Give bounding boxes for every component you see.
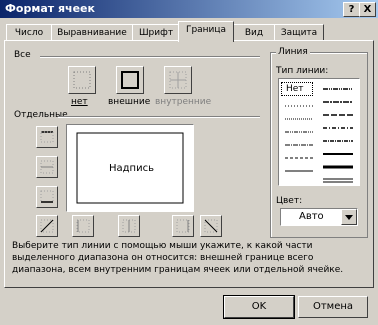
line-color-value: Авто	[299, 211, 324, 222]
preset-outline-label: внешние	[108, 97, 151, 107]
tab-alignment[interactable]: Выравнивание	[51, 24, 133, 41]
line-group-label: Линия	[276, 47, 310, 57]
tab-protection[interactable]: Защита	[274, 24, 324, 41]
border-divider	[58, 116, 260, 118]
border-group-label: Отдельные	[14, 110, 68, 120]
preset-inside-button[interactable]	[164, 66, 192, 94]
border-bottom-icon	[40, 190, 54, 203]
tab-number[interactable]: Число	[6, 24, 52, 41]
line-color-dropdown-button[interactable]	[341, 209, 357, 225]
border-right-button[interactable]	[172, 215, 194, 237]
border-diagonal-down-button[interactable]	[200, 215, 222, 237]
hint-text: Выберите тип линии с помощью мыши укажит…	[12, 241, 344, 275]
preview-text: Надпись	[109, 163, 154, 174]
border-preview[interactable]: Надпись	[66, 124, 194, 212]
border-top-button[interactable]	[36, 126, 58, 148]
preset-inside-label: внутренние	[155, 97, 212, 107]
border-inside-vertical-button[interactable]	[118, 215, 140, 237]
ok-button[interactable]: OK	[224, 296, 294, 318]
preset-none-button[interactable]	[68, 66, 96, 94]
line-type-label: Тип линии:	[276, 66, 329, 76]
border-top-icon	[40, 131, 54, 143]
tab-font[interactable]: Шрифт	[132, 24, 180, 41]
border-diagonal-down-icon	[204, 219, 218, 233]
border-bottom-button[interactable]	[36, 186, 58, 208]
border-right-icon	[176, 219, 190, 233]
preset-outline-button[interactable]	[116, 66, 144, 94]
presets-group-label: Все	[14, 50, 31, 60]
preset-none-label: нет	[71, 97, 88, 107]
border-inside-vertical-icon	[122, 219, 136, 233]
tab-border[interactable]: Граница	[178, 21, 234, 42]
line-color-label: Цвет:	[276, 196, 303, 206]
border-left-icon	[76, 219, 90, 233]
presets-divider	[40, 56, 260, 58]
border-left-button[interactable]	[72, 215, 94, 237]
help-button[interactable]: ?	[343, 2, 360, 17]
border-inside-horizontal-icon	[40, 160, 54, 174]
line-style-swatches	[285, 88, 353, 183]
preset-none-icon	[73, 71, 91, 89]
close-button[interactable]: X	[359, 2, 376, 17]
line-style-list[interactable]: Нет	[278, 78, 360, 186]
border-diagonal-up-button[interactable]	[36, 215, 58, 237]
window-title: Формат ячеек	[5, 2, 95, 15]
line-color-select[interactable]: Авто	[280, 208, 358, 226]
chevron-down-icon	[345, 215, 353, 220]
preset-inside-icon	[169, 71, 187, 89]
cancel-button[interactable]: Отмена	[298, 296, 368, 318]
title-bar: Формат ячеек ? X	[0, 0, 378, 18]
border-inside-horizontal-button[interactable]	[36, 156, 58, 178]
tab-fill[interactable]: Вид	[233, 24, 275, 41]
preset-outline-icon	[121, 71, 139, 89]
border-diagonal-up-icon	[40, 219, 54, 233]
